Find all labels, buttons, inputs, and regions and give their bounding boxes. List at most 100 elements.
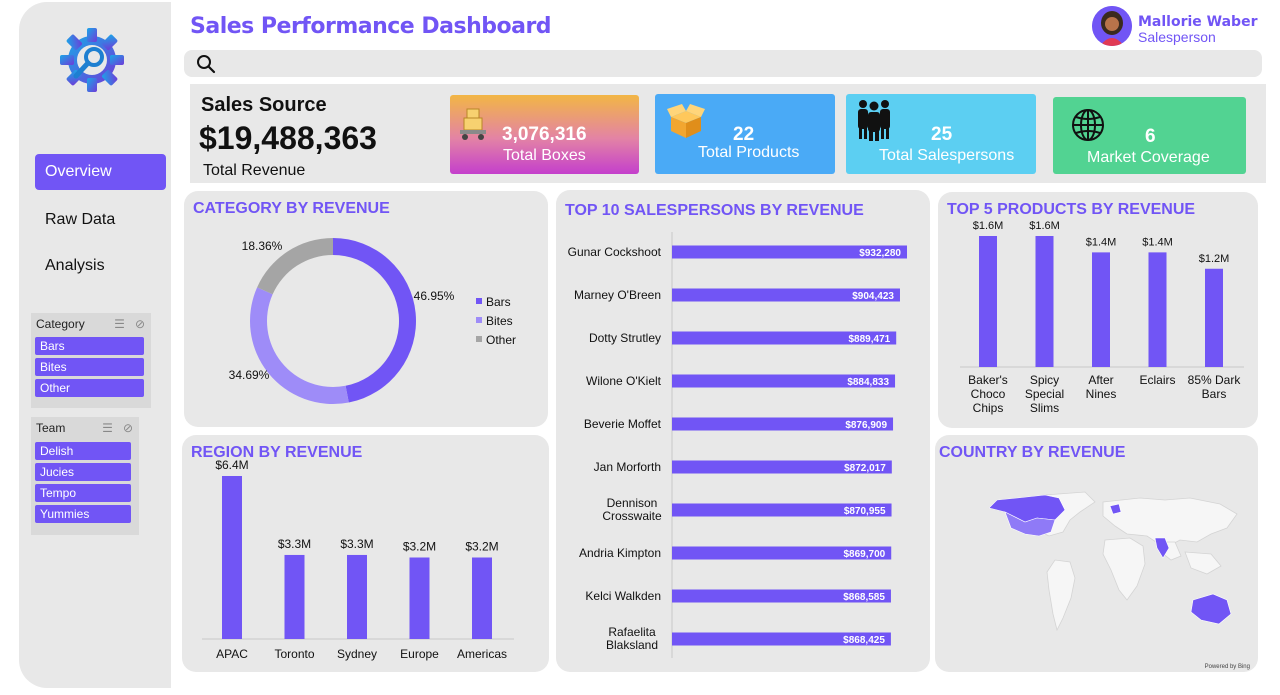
salesperson-name-8: Kelci Walkden [585,589,661,603]
user-role: Salesperson [1138,29,1216,45]
salesperson-value-label-0: $932,280 [859,248,901,259]
product-category-label-1: Spicy Special Slims [1025,373,1064,415]
kpi-market-coverage-label: Market Coverage [1087,149,1210,166]
product-value-label-1: $1.6M [1029,220,1060,232]
kpi-total-boxes-label: Total Boxes [503,147,586,164]
salesperson-name-6: Dennison Crosswaite [602,496,662,523]
region-value-label-1: $3.3M [278,537,311,551]
slicer-item-other[interactable]: Other [35,379,144,397]
donut-label-other: 18.36% [242,239,283,253]
salesperson-value-label-2: $889,471 [848,334,890,345]
world-map[interactable] [975,490,1255,660]
kpi-total-salespersons-value: 25 [931,124,953,145]
multi-select-icon[interactable]: ☰ [102,421,113,435]
product-bar-4 [1205,268,1223,367]
salesperson-value-label-9: $868,425 [843,635,885,646]
clear-filter-icon[interactable]: ⊘ [135,317,145,331]
globe-icon [1072,109,1104,141]
product-bar-2 [1092,252,1110,367]
region-bar-4 [472,557,492,639]
open-box-icon [667,104,705,138]
product-value-label-3: $1.4M [1142,236,1173,248]
country-revenue-title: COUNTRY BY REVENUE [939,444,1126,461]
product-value-label-2: $1.4M [1086,236,1117,248]
salesperson-name-5: Jan Morforth [594,460,661,474]
donut-slice-bites [250,287,349,404]
product-bar-0 [979,236,997,367]
region-bar-3 [409,557,430,639]
kpi-total-boxes-value: 3,076,316 [502,124,587,145]
user-profile[interactable]: Mallorie Waber Salesperson [1092,6,1262,46]
avatar-icon [1092,6,1132,46]
kpi-total-products[interactable]: 22 Total Products [655,94,835,174]
clear-filter-icon[interactable]: ⊘ [123,421,133,435]
salesperson-value-label-7: $869,700 [844,549,886,560]
salesperson-value-label-3: $884,833 [847,377,889,388]
salesperson-name-9: Rafaelita Blaksland [606,625,658,652]
nav-overview[interactable]: Overview [35,154,166,190]
slicer-item-delish[interactable]: Delish [35,442,131,460]
team-slicer-label: Team [36,421,66,435]
category-donut-chart: 46.95% 34.69% 18.36% Bars Bites Other [229,238,516,404]
product-bar-3 [1148,252,1167,367]
region-bar-1 [284,554,305,639]
kpi-total-products-label: Total Products [698,144,800,161]
region-value-label-4: $3.2M [465,540,498,554]
salesperson-value-label-6: $870,955 [844,506,886,517]
avatar [1092,6,1132,46]
salesperson-value-label-5: $872,017 [844,463,886,474]
donut-slice-bars [333,238,416,403]
legend-label-other: Other [486,333,516,347]
products-bar-chart: $1.6M Baker's Choco Chips $1.6M Spicy Special S… [960,220,1244,415]
slicer-item-jucies[interactable]: Jucies [35,463,131,481]
product-category-label-4: 85% Dark Bars [1188,373,1242,401]
product-category-label-3: Eclairs [1139,373,1175,387]
product-category-label-2: After Nines [1086,373,1117,401]
salesperson-name-4: Beverie Moffet [584,417,662,431]
kpi-strip: Sales Source $19,488,363 Total Revenue 3… [190,84,1266,183]
legend-swatch-bites [476,317,482,323]
sidebar: Overview Raw Data Analysis Category ☰ ⊘ … [19,2,171,688]
team-slicer: Team ☰ ⊘ Delish Jucies Tempo Yummies [31,417,139,535]
slicer-item-bites[interactable]: Bites [35,358,144,376]
gear-logo-icon [60,28,124,92]
category-revenue-card: CATEGORY BY REVENUE 46.95% 34.69% 18.36% Ba… [184,191,548,427]
slicer-item-yummies[interactable]: Yummies [35,505,131,523]
box-cart-icon [460,108,486,140]
search-bar[interactable] [184,50,1262,77]
region-category-label-2: Sydney [337,647,377,661]
nav-analysis[interactable]: Analysis [35,248,166,284]
salesperson-name-2: Dotty Strutley [589,331,661,345]
nav-raw-data[interactable]: Raw Data [35,202,166,238]
salesperson-value-label-4: $876,909 [845,420,887,431]
salesperson-name-7: Andria Kimpton [579,546,661,560]
region-category-label-1: Toronto [274,647,314,661]
kpi-market-coverage-value: 6 [1145,126,1156,147]
legend-label-bars: Bars [486,295,511,309]
dashboard: Overview Raw Data Analysis Category ☰ ⊘ … [0,0,1280,695]
salespersons-revenue-card: TOP 10 SALESPERSONS BY REVENUE $932,280 G… [556,190,930,672]
region-bar-chart: $6.4M APAC $3.3M Toronto $3.3M Sydney $3.2M Eur… [202,458,514,661]
region-category-label-3: Europe [400,647,439,661]
region-category-label-0: APAC [216,647,248,661]
kpi-total-boxes[interactable]: 3,076,316 Total Boxes [450,95,639,174]
region-value-label-0: $6.4M [215,458,248,472]
kpi-total-salespersons[interactable]: 25 Total Salespersons [846,94,1036,174]
salespersons-bar-chart: $932,280 Gunar Cockshoot $904,423 Marney O'… [568,232,907,658]
user-name: Mallorie Waber [1138,14,1258,30]
salesperson-name-1: Marney O'Breen [574,288,661,302]
legend-swatch-other [476,336,482,342]
slicer-item-bars[interactable]: Bars [35,337,144,355]
total-revenue-label: Total Revenue [203,162,306,179]
region-bar-0 [222,476,242,639]
salesperson-value-label-8: $868,585 [843,592,885,603]
total-revenue-value: $19,488,363 [199,120,377,156]
slicer-item-tempo[interactable]: Tempo [35,484,131,502]
kpi-market-coverage[interactable]: 6 Market Coverage [1053,97,1246,174]
product-value-label-4: $1.2M [1199,253,1230,265]
region-category-label-4: Americas [457,647,507,661]
map-attribution: Powered by Bing [1204,664,1250,670]
people-icon [858,100,890,141]
multi-select-icon[interactable]: ☰ [114,317,125,331]
search-icon[interactable] [196,54,216,74]
